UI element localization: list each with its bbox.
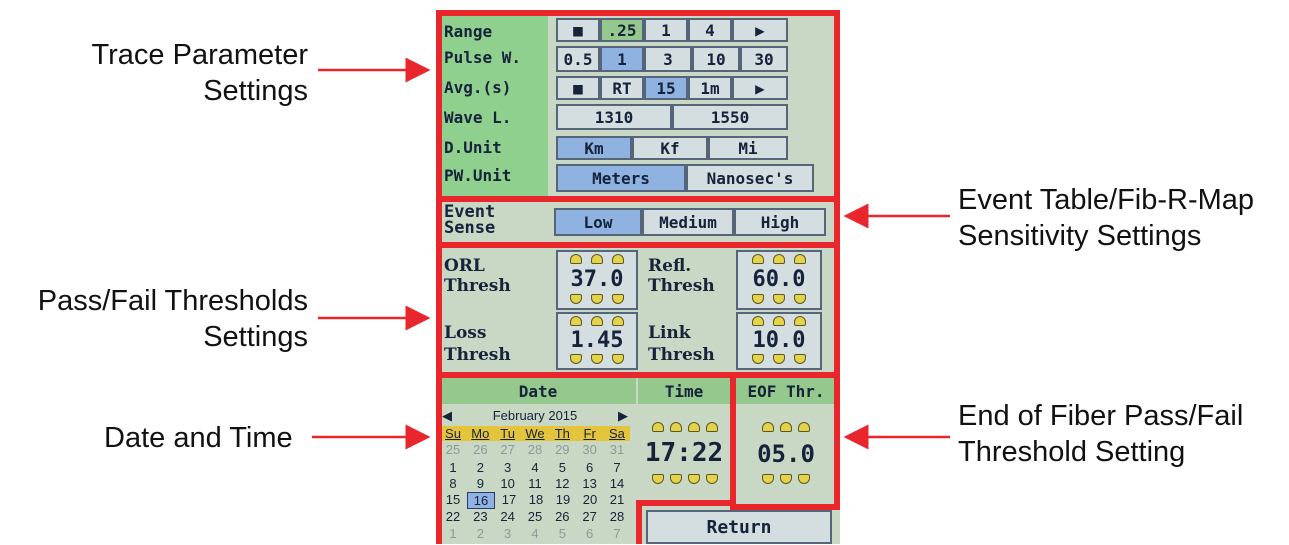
range-1-button[interactable]: 1 <box>644 18 688 42</box>
date-time-highlight <box>436 372 736 544</box>
link-thresh-label: Link Thresh <box>648 322 715 366</box>
increment-icon[interactable] <box>794 254 806 264</box>
pw-nanosec-button[interactable]: Nanosec's <box>686 164 814 192</box>
event-sense-label: Event Sense <box>444 204 496 238</box>
increment-icon[interactable] <box>773 316 785 326</box>
pulse-1-button[interactable]: 1 <box>600 46 644 72</box>
unit-km-button[interactable]: Km <box>556 136 632 160</box>
label-line: Link <box>648 323 691 343</box>
avg-min-button[interactable]: ■ <box>556 76 600 100</box>
pulse-30-button[interactable]: 30 <box>740 46 788 72</box>
label-line: Refl. <box>648 256 692 276</box>
refl-thresh-value: 60.0 <box>752 267 806 292</box>
increment-icon[interactable] <box>612 254 624 264</box>
range-025-button[interactable]: .25 <box>600 18 644 42</box>
label-line: Thresh <box>444 345 511 365</box>
pw-meters-button[interactable]: Meters <box>556 164 686 192</box>
pulse-0-5-button[interactable]: 0.5 <box>556 46 600 72</box>
pulse-label: Pulse W. <box>444 48 522 67</box>
sense-low-button[interactable]: Low <box>554 208 642 236</box>
unit-mi-button[interactable]: Mi <box>708 136 788 160</box>
increment-icon[interactable] <box>570 316 582 326</box>
increment-icon[interactable] <box>773 254 785 264</box>
range-label: Range <box>444 22 493 41</box>
avg-1m-button[interactable]: 1m <box>688 76 732 100</box>
link-thresh-value: 10.0 <box>752 328 806 353</box>
increment-icon[interactable] <box>591 316 603 326</box>
loss-thresh-value: 1.45 <box>570 328 624 353</box>
avg-next-button[interactable]: ▶ <box>732 76 788 100</box>
unit-kf-button[interactable]: Kf <box>632 136 708 160</box>
increment-icon[interactable] <box>794 316 806 326</box>
avg-rt-button[interactable]: RT <box>600 76 644 100</box>
pw-unit-label: PW.Unit <box>444 166 512 185</box>
pulse-10-button[interactable]: 10 <box>692 46 740 72</box>
wavelength-label: Wave L. <box>444 108 512 127</box>
increment-icon[interactable] <box>591 254 603 264</box>
orl-thresh-label: ORL Thresh <box>444 256 511 296</box>
sense-high-button[interactable]: High <box>734 208 826 236</box>
label-line: Thresh <box>444 276 511 296</box>
wavelength-1310-button[interactable]: 1310 <box>556 104 672 130</box>
label-line: ORL <box>444 256 485 276</box>
range-4-button[interactable]: 4 <box>688 18 732 42</box>
label-line: Loss <box>444 323 487 343</box>
range-next-button[interactable]: ▶ <box>732 18 788 42</box>
avg-15-button[interactable]: 15 <box>644 76 688 100</box>
distance-unit-label: D.Unit <box>444 138 502 157</box>
increment-icon[interactable] <box>752 316 764 326</box>
event-label-line: Sense <box>444 218 496 238</box>
refl-thresh-label: Refl. Thresh <box>648 256 715 296</box>
increment-icon[interactable] <box>570 254 582 264</box>
orl-thresh-value: 37.0 <box>570 267 624 292</box>
label-line: Thresh <box>648 276 715 296</box>
avg-label: Avg.(s) <box>444 78 512 97</box>
increment-icon[interactable] <box>612 316 624 326</box>
increment-icon[interactable] <box>752 254 764 264</box>
pulse-3-button[interactable]: 3 <box>644 46 692 72</box>
sense-medium-button[interactable]: Medium <box>642 208 734 236</box>
loss-thresh-label: Loss Thresh <box>444 322 511 366</box>
label-line: Thresh <box>648 345 715 365</box>
otdr-settings-screen: Range ■ .25 1 4 ▶ Pulse W. 0.5 1 3 10 30… <box>436 10 840 544</box>
range-min-button[interactable]: ■ <box>556 18 600 42</box>
wavelength-1550-button[interactable]: 1550 <box>672 104 788 130</box>
